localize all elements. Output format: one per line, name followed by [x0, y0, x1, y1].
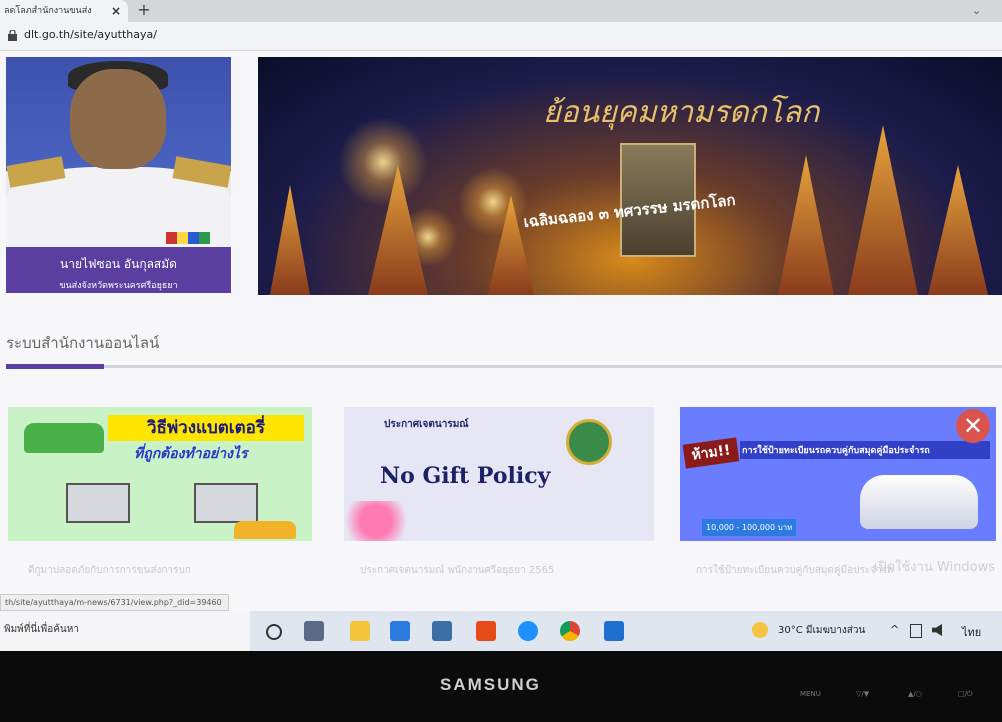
card-amount: 10,000 - 100,000 บาท [702, 519, 797, 536]
banner-title: ย้อนยุคมหามรดกโลก [543, 95, 820, 130]
taskbar: พิมพ์ที่นี่เพื่อค้นหา 30°C มีเมฆบางส่วน … [0, 611, 1002, 651]
card-heading: ประกาศเจตนารมณ์ [384, 419, 469, 430]
file-explorer-icon[interactable] [350, 621, 370, 641]
url-text[interactable]: dlt.go.th/site/ayutthaya/ [24, 28, 157, 41]
car-shape [234, 521, 296, 539]
car-illustration [860, 475, 978, 529]
network-icon[interactable] [910, 624, 922, 638]
card-subheading: ที่ถูกต้องทำอย่างไร [134, 446, 248, 462]
news-card-plate[interactable]: ห้าม!! การใช้ป้ายทะเบียนรถควบคู่กับสมุดค… [680, 407, 996, 541]
monitor-button-up[interactable]: ▲/○ [908, 690, 922, 698]
news-card-battery[interactable]: วิธีพ่วงแบตเตอรี่ ที่ถูกต้องทำอย่างไร [8, 407, 312, 541]
language-indicator[interactable]: ไทย [962, 623, 981, 641]
card-heading: วิธีพ่วงแบตเตอรี่ [108, 415, 304, 441]
office-icon[interactable] [476, 621, 496, 641]
no-gift-badge: No Gift Policy [380, 463, 551, 489]
store-icon[interactable] [390, 621, 410, 641]
chrome-icon[interactable] [560, 621, 580, 641]
tab-strip: ลดโลภสำนักงานขนส่ง × + ⌄ [0, 0, 1002, 22]
monitor-button-power[interactable]: □/⏻ [958, 690, 973, 699]
hero-banner[interactable]: ย้อนยุคมหามรดกโลก เฉลิมฉลอง ๓ ทศวรรษ มรด… [258, 57, 1002, 295]
photos-icon[interactable] [604, 621, 624, 641]
profile-name: นายไฟซอน อันกุลสมัด [60, 257, 177, 271]
card-caption[interactable]: ดีกูมาปลอดภัยกับการการขนส่งการบก [28, 563, 191, 578]
taskbar-search-input[interactable]: พิมพ์ที่นี่เพื่อค้นหา [0, 611, 250, 651]
lock-icon [8, 30, 17, 41]
web-page: นายไฟซอน อันกุลสมัด ขนส่งจังหวัดพระนครศร… [0, 51, 1002, 611]
battery-left [66, 483, 130, 523]
car-shape [24, 423, 104, 453]
temple-spire [270, 185, 310, 295]
firework [338, 117, 428, 207]
section-divider [6, 365, 1002, 368]
address-bar[interactable]: dlt.go.th/site/ayutthaya/ [0, 22, 1002, 51]
battery-right [194, 483, 258, 523]
profile-photo [6, 57, 231, 247]
tab-list-icon[interactable]: ⌄ [972, 0, 992, 22]
mail-icon[interactable] [432, 621, 452, 641]
start-circle-icon[interactable] [266, 624, 282, 640]
gift-bow-icon [344, 501, 424, 541]
ban-label: ห้าม!! [682, 437, 740, 469]
speaker-icon[interactable] [932, 624, 942, 636]
status-url: th/site/ayutthaya/m-news/6731/view.php?_… [0, 594, 229, 611]
close-icon[interactable]: ✕ [956, 409, 990, 443]
section-divider-accent [6, 364, 104, 369]
screen: ลดโลภสำนักงานขนส่ง × + ⌄ dlt.go.th/site/… [0, 0, 1002, 660]
temple-spire [778, 155, 834, 295]
profile-caption: นายไฟซอน อันกุลสมัด ขนส่งจังหวัดพระนครศร… [6, 247, 231, 293]
tray-chevron-icon[interactable]: ^ [890, 623, 899, 636]
weather-icon[interactable] [752, 622, 768, 638]
monitor-brand-logo: SAMSUNG [440, 675, 541, 694]
temple-spire [848, 125, 918, 295]
task-view-icon[interactable] [304, 621, 324, 641]
medal-ribbon [166, 232, 210, 244]
news-card-no-gift[interactable]: ประกาศเจตนารมณ์ No Gift Policy [344, 407, 654, 541]
emblem-icon [566, 419, 612, 465]
monitor-button-down[interactable]: ▽/▼ [856, 690, 869, 698]
face-shape [70, 69, 166, 169]
profile-card[interactable]: นายไฟซอน อันกุลสมัด ขนส่งจังหวัดพระนครศร… [6, 57, 231, 293]
windows-activation-watermark: เปิดใช้งาน Windows [874, 560, 996, 575]
profile-title: ขนส่งจังหวัดพระนครศรีอยุธยา [59, 281, 178, 291]
weather-text[interactable]: 30°C มีเมฆบางส่วน [778, 623, 865, 638]
card-caption[interactable]: การใช้ป้ายทะเบียนควบคู่กับสมุดคู่มือประจ… [696, 563, 893, 578]
temple-spire [928, 165, 988, 295]
card-subheading: การใช้ป้ายทะเบียนรถควบคู่กับสมุดคู่มือปร… [740, 441, 990, 459]
tab-title: ลดโลภสำนักงานขนส่ง [4, 6, 92, 16]
section-title: ระบบสำนักงานออนไลน์ [6, 334, 160, 352]
edge-icon[interactable] [518, 621, 538, 641]
tab-close-icon[interactable]: × [108, 0, 124, 22]
card-caption[interactable]: ประกาศเจตนารมณ์ พนักงานศรีอยุธยา 2565 [360, 563, 554, 578]
monitor-button-menu[interactable]: MENU [800, 690, 821, 698]
new-tab-icon[interactable]: + [136, 0, 152, 22]
